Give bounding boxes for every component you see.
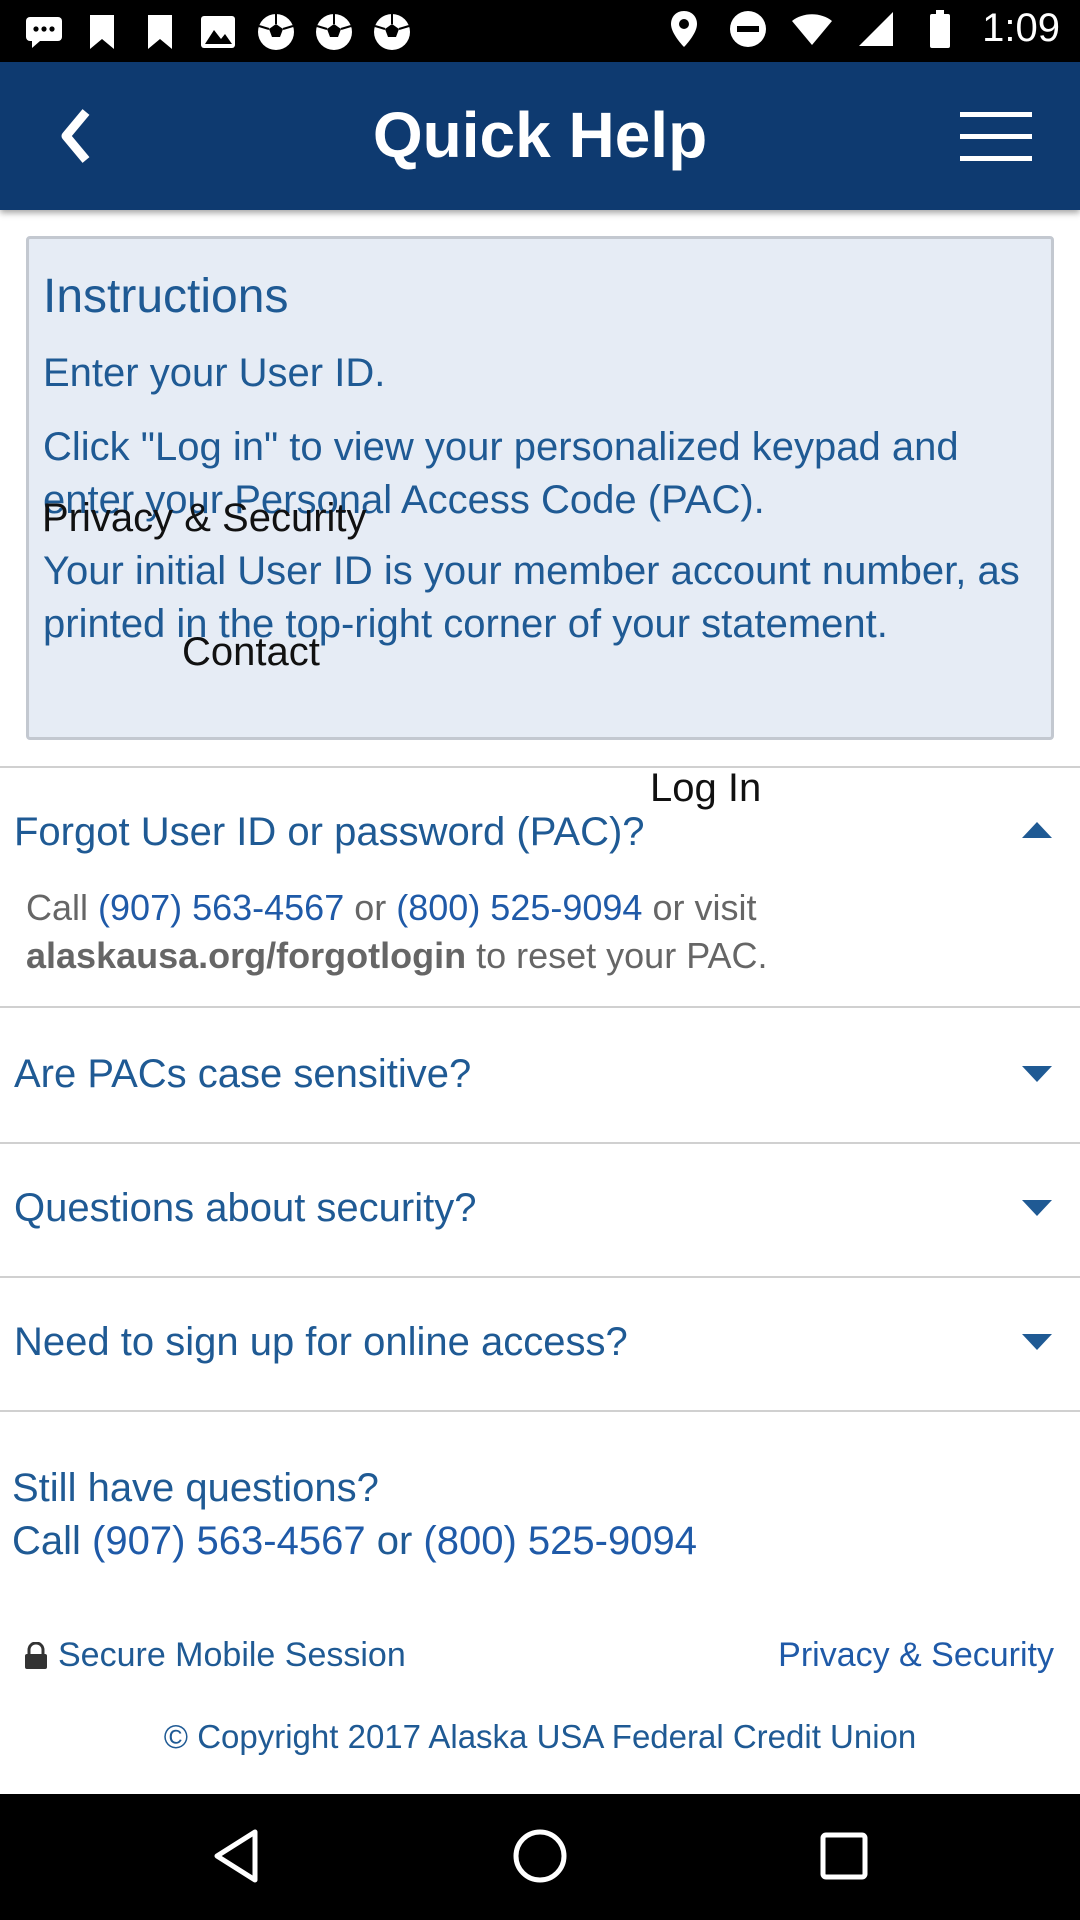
divider bbox=[0, 1410, 1080, 1412]
triangle-back-icon bbox=[214, 1829, 258, 1883]
nav-home-button[interactable] bbox=[508, 1824, 572, 1888]
call-text: or bbox=[376, 1519, 413, 1563]
chevron-up-icon[interactable] bbox=[1022, 822, 1052, 838]
battery-icon bbox=[918, 7, 962, 51]
do-not-disturb-icon bbox=[726, 7, 770, 51]
answer-text: to reset your PAC. bbox=[476, 935, 768, 976]
secure-session-label: Secure Mobile Session bbox=[24, 1636, 406, 1675]
status-time: 1:09 bbox=[982, 6, 1060, 50]
phone-link[interactable]: (907) 563-4567 bbox=[98, 887, 344, 928]
forgot-login-link[interactable]: alaskausa.org/forgotlogin bbox=[26, 935, 466, 976]
overlay-contact[interactable]: Contact bbox=[182, 630, 320, 675]
secure-text: Secure Mobile Session bbox=[58, 1636, 406, 1674]
instructions-card: Instructions Enter your User ID. Click "… bbox=[26, 236, 1054, 740]
status-bar: 1:09 bbox=[0, 0, 1080, 62]
soccer-icon bbox=[370, 10, 414, 54]
page-title: Quick Help bbox=[372, 99, 708, 171]
answer-text: Call bbox=[26, 887, 89, 928]
circle-home-icon bbox=[513, 1829, 567, 1883]
faq-item-case-sensitive[interactable]: Are PACs case sensitive? bbox=[0, 1008, 1080, 1140]
soccer-icon bbox=[312, 10, 356, 54]
chevron-down-icon[interactable] bbox=[1022, 1200, 1052, 1216]
chevron-down-icon[interactable] bbox=[1022, 1334, 1052, 1350]
lock-icon bbox=[25, 1641, 47, 1669]
hamburger-icon bbox=[960, 112, 1032, 161]
square-recents-icon bbox=[820, 1832, 868, 1880]
bookmark-icon bbox=[138, 10, 182, 54]
system-nav-bar bbox=[0, 1794, 1080, 1920]
message-icon bbox=[22, 10, 66, 54]
notification-icons bbox=[22, 10, 414, 54]
menu-button[interactable] bbox=[960, 112, 1032, 162]
location-icon bbox=[662, 7, 706, 51]
still-have-questions: Still have questions? Call (907) 563-456… bbox=[12, 1462, 697, 1568]
signal-icon bbox=[854, 7, 898, 51]
app-header: Quick Help bbox=[0, 62, 1080, 210]
phone-link[interactable]: (800) 525-9094 bbox=[423, 1519, 697, 1563]
wifi-icon bbox=[790, 7, 834, 51]
phone-link[interactable]: (800) 525-9094 bbox=[396, 887, 642, 928]
chevron-down-icon[interactable] bbox=[1022, 1066, 1052, 1082]
faq-question[interactable]: Forgot User ID or password (PAC)? bbox=[14, 810, 645, 855]
phone-link[interactable]: (907) 563-4567 bbox=[92, 1519, 366, 1563]
soccer-icon bbox=[254, 10, 298, 54]
instructions-step-1: Enter your User ID. bbox=[43, 351, 386, 395]
faq-answer: Call (907) 563-4567 or (800) 525-9094 or… bbox=[26, 884, 1046, 980]
call-text: Call bbox=[12, 1519, 81, 1563]
nav-recents-button[interactable] bbox=[812, 1824, 876, 1888]
copyright: © Copyright 2017 Alaska USA Federal Cred… bbox=[163, 1718, 917, 1755]
answer-text: or bbox=[354, 887, 387, 928]
overlay-privacy-security[interactable]: Privacy & Security bbox=[42, 496, 367, 541]
bookmark-icon bbox=[80, 10, 124, 54]
instructions-title: Instructions bbox=[43, 270, 289, 323]
still-heading: Still have questions? bbox=[12, 1466, 379, 1510]
image-icon bbox=[196, 10, 240, 54]
system-status-icons: 1:09 bbox=[662, 6, 1060, 51]
faq-item-security[interactable]: Questions about security? bbox=[0, 1144, 1080, 1276]
nav-back-button[interactable] bbox=[204, 1824, 268, 1888]
faq-question[interactable]: Questions about security? bbox=[14, 1186, 476, 1231]
faq-question[interactable]: Are PACs case sensitive? bbox=[14, 1052, 471, 1097]
faq-item-sign-up[interactable]: Need to sign up for online access? bbox=[0, 1278, 1080, 1410]
faq-question[interactable]: Need to sign up for online access? bbox=[14, 1320, 628, 1365]
answer-text: or visit bbox=[652, 887, 757, 928]
privacy-security-link[interactable]: Privacy & Security bbox=[778, 1636, 1054, 1675]
